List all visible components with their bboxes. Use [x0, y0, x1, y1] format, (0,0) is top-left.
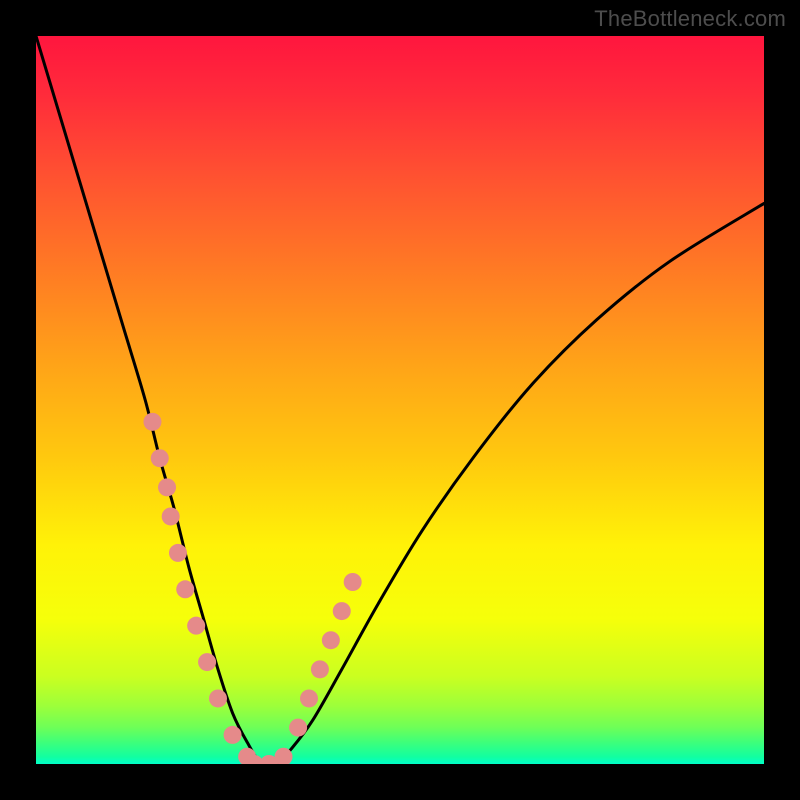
sample-dot — [289, 719, 307, 737]
sample-dot — [300, 689, 318, 707]
sample-dot — [162, 507, 180, 525]
sample-dot — [187, 617, 205, 635]
sample-dot — [176, 580, 194, 598]
sample-dots — [143, 413, 361, 764]
chart-svg — [36, 36, 764, 764]
sample-dot — [224, 726, 242, 744]
sample-dot — [169, 544, 187, 562]
chart-frame: TheBottleneck.com — [0, 0, 800, 800]
plot-area — [36, 36, 764, 764]
sample-dot — [143, 413, 161, 431]
bottleneck-curve — [36, 36, 764, 764]
sample-dot — [322, 631, 340, 649]
sample-dot — [311, 660, 329, 678]
sample-dot — [158, 478, 176, 496]
sample-dot — [198, 653, 216, 671]
sample-dot — [151, 449, 169, 467]
sample-dot — [333, 602, 351, 620]
sample-dot — [344, 573, 362, 591]
watermark-text: TheBottleneck.com — [594, 6, 786, 32]
sample-dot — [209, 689, 227, 707]
